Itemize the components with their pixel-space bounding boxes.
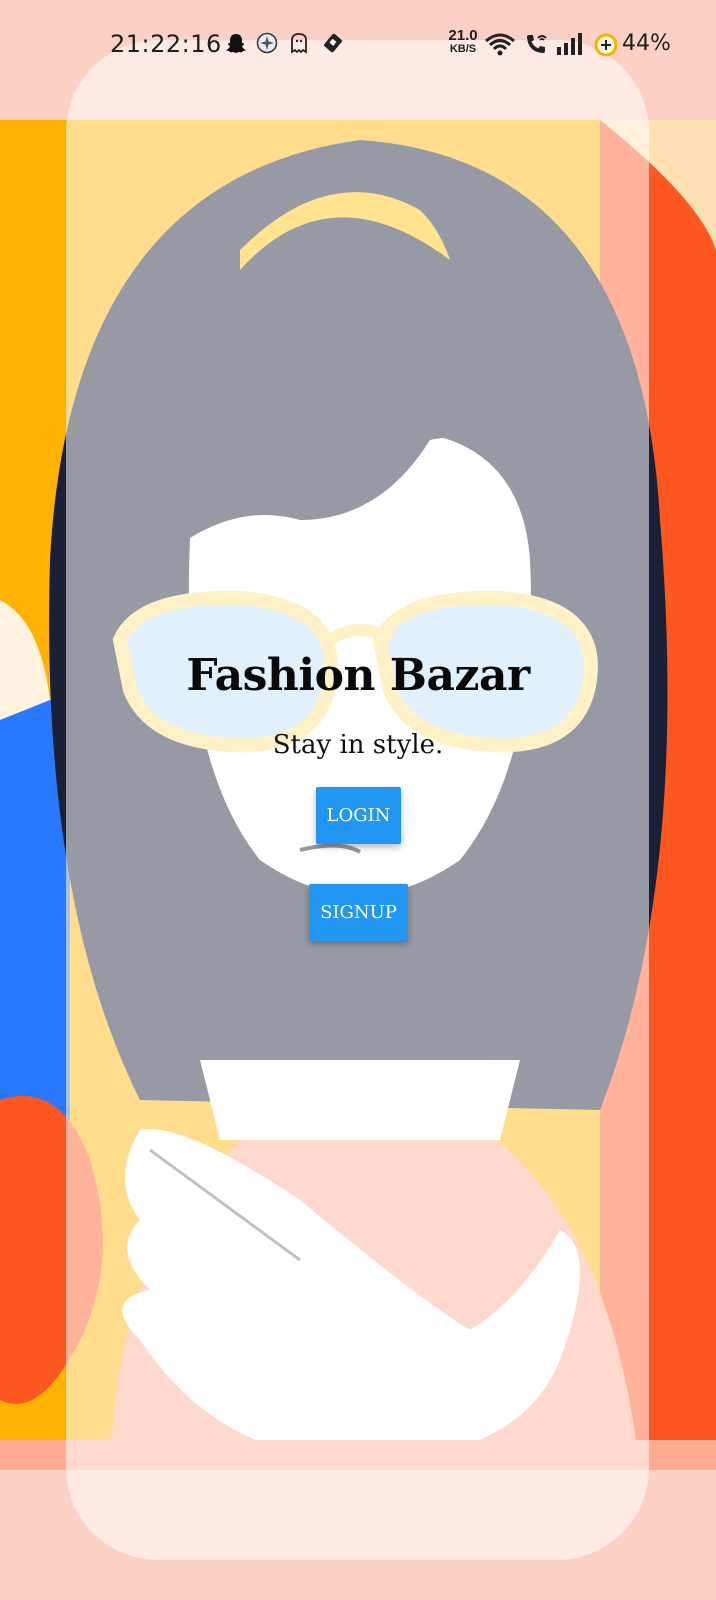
status-bar: 21:22:16 21.0 KB/S 44% (0, 0, 716, 92)
app-subtitle: Stay in style. (272, 730, 444, 760)
signup-button[interactable]: SIGNUP (309, 884, 408, 941)
wifi-call-icon (527, 35, 547, 53)
wifi-icon (485, 33, 515, 56)
app-title: Fashion Bazar (186, 650, 530, 701)
ghost-icon (291, 33, 307, 54)
snapchat-icon (226, 34, 246, 53)
network-speed-value: 21.0 (448, 27, 478, 44)
login-button[interactable]: LOGIN (316, 787, 401, 844)
screen: 21:22:16 21.0 KB/S 44% Fashion Bazar Sta… (0, 0, 716, 1600)
sim-card-icon (324, 33, 342, 53)
signal-icon (557, 33, 582, 55)
battery-saver-icon (594, 33, 618, 57)
status-time: 21:22:16 (110, 30, 222, 58)
network-speed-unit: KB/S (449, 43, 477, 55)
compass-icon (256, 32, 278, 54)
network-speed: 21.0 KB/S (446, 27, 480, 55)
battery-percent: 44% (622, 31, 671, 56)
